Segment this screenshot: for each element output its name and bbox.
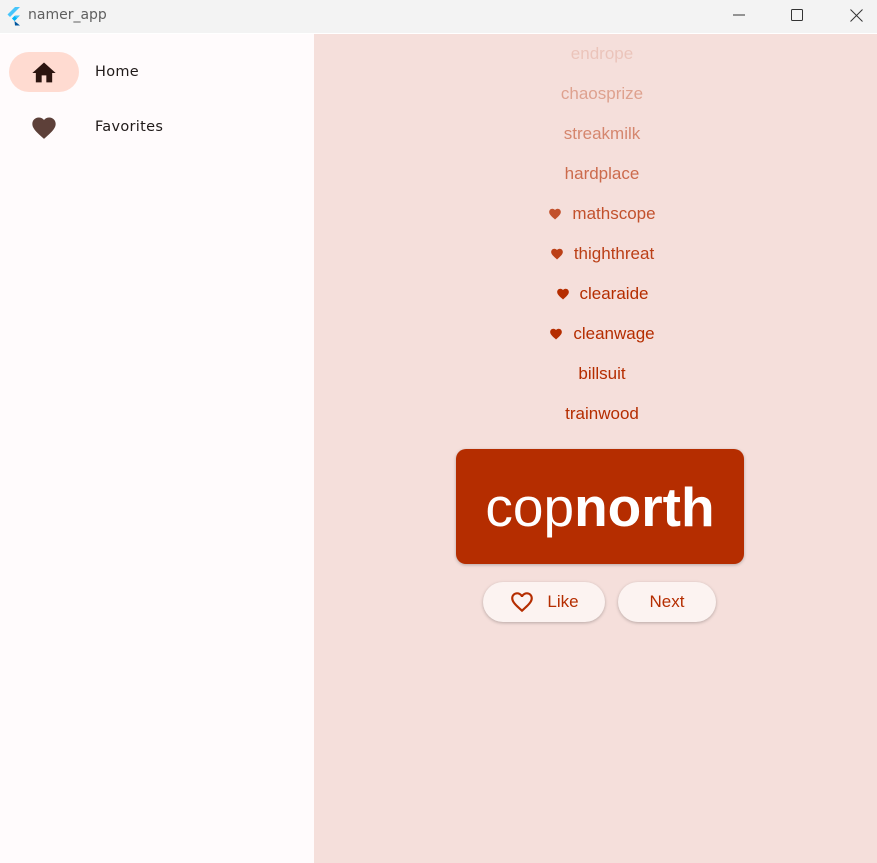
history-item[interactable]: thighthreat: [314, 244, 877, 266]
home-icon: [32, 62, 56, 83]
nav-item-home[interactable]: Home: [0, 50, 314, 98]
pair-first-word: cop: [485, 475, 575, 538]
flutter-logo-icon: [7, 7, 20, 26]
navigation-rail: Home Favorites: [0, 34, 314, 863]
maximize-icon: [791, 9, 803, 21]
close-button[interactable]: [827, 0, 877, 30]
history-word: trainwood: [565, 404, 639, 423]
maximize-button[interactable]: [768, 0, 826, 30]
nav-item-favorites[interactable]: Favorites: [0, 105, 314, 153]
generator-page: endrope chaosprize streakmilk hardplace …: [314, 34, 877, 863]
history-word: chaosprize: [560, 84, 644, 103]
history-item[interactable]: clearaide: [314, 284, 877, 306]
history-word: billsuit: [578, 364, 626, 383]
favorite-heart-icon: [550, 248, 563, 260]
history-word: thighthreat: [573, 244, 655, 263]
pair-second-word: north: [574, 475, 715, 538]
history-item[interactable]: hardplace: [314, 164, 877, 184]
history-word: cleanwage: [573, 324, 655, 343]
history-item[interactable]: cleanwage: [314, 324, 877, 346]
current-pair-card: cop north: [456, 449, 744, 564]
favorite-heart-icon: [550, 328, 563, 340]
close-icon: [849, 8, 863, 22]
history-word: endrope: [570, 44, 634, 63]
favorite-heart-icon: [549, 208, 562, 220]
app-window: namer_app Home Favorites endrope chaospr…: [0, 0, 877, 863]
history-item[interactable]: billsuit: [314, 364, 877, 384]
history-word: streakmilk: [563, 124, 641, 143]
minimize-button[interactable]: [710, 0, 768, 30]
like-button[interactable]: Like: [483, 582, 605, 622]
heart-outline-icon: [511, 592, 534, 613]
history-word: hardplace: [564, 164, 640, 183]
like-label: Like: [547, 592, 579, 611]
next-label: Next: [649, 592, 685, 611]
favorite-heart-icon: [556, 288, 569, 300]
next-button[interactable]: Next: [618, 582, 716, 622]
minimize-icon: [733, 14, 745, 16]
history-item[interactable]: streakmilk: [314, 124, 877, 144]
history-item[interactable]: chaosprize: [314, 84, 877, 104]
title-bar[interactable]: namer_app: [0, 0, 877, 33]
history-item[interactable]: trainwood: [314, 404, 877, 424]
history-word: mathscope: [572, 204, 656, 223]
history-word: clearaide: [579, 284, 649, 303]
history-item[interactable]: endrope: [314, 44, 877, 64]
window-title: namer_app: [28, 7, 107, 23]
nav-item-label: Home: [95, 64, 140, 80]
history-item[interactable]: mathscope: [314, 204, 877, 226]
nav-item-label: Favorites: [95, 119, 164, 135]
heart-icon: [32, 117, 56, 139]
